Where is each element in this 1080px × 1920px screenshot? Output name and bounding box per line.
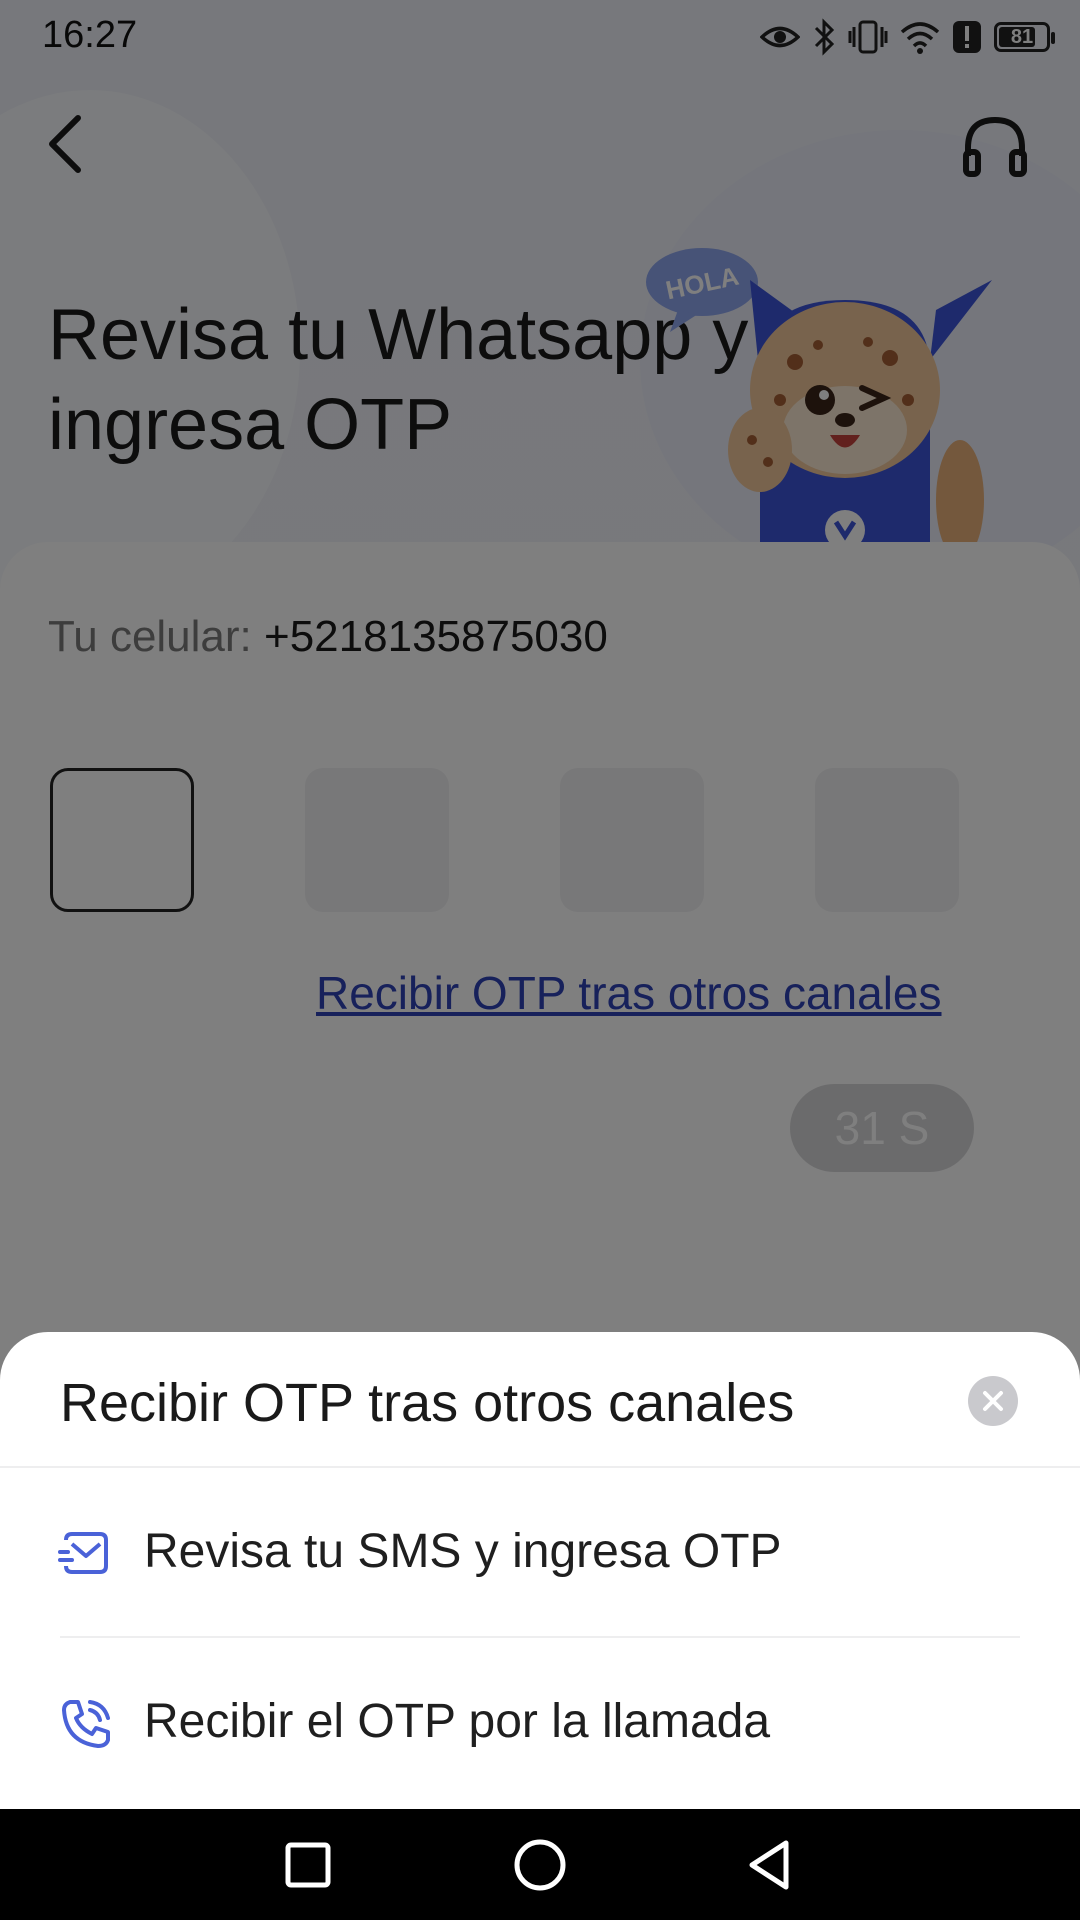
recents-button[interactable] [272, 1829, 344, 1901]
option-call[interactable]: Recibir el OTP por la llamada [0, 1640, 1080, 1810]
close-icon [983, 1391, 1003, 1411]
home-button[interactable] [504, 1829, 576, 1901]
phone-call-icon [62, 1700, 110, 1748]
navigation-bar [0, 1809, 1080, 1920]
divider [60, 1636, 1020, 1638]
back-nav-button[interactable] [734, 1829, 806, 1901]
option-sms[interactable]: Revisa tu SMS y ingresa OTP [0, 1470, 1080, 1640]
sheet-title: Recibir OTP tras otros canales [60, 1373, 795, 1433]
screen: 16:27 81 Revisa tu Whatsapp y ingresa OT… [0, 0, 1080, 1920]
option-label: Recibir el OTP por la llamada [144, 1695, 771, 1748]
option-label: Revisa tu SMS y ingresa OTP [144, 1525, 782, 1578]
close-button[interactable] [968, 1376, 1018, 1426]
sms-icon [58, 1532, 108, 1574]
divider [0, 1466, 1080, 1468]
